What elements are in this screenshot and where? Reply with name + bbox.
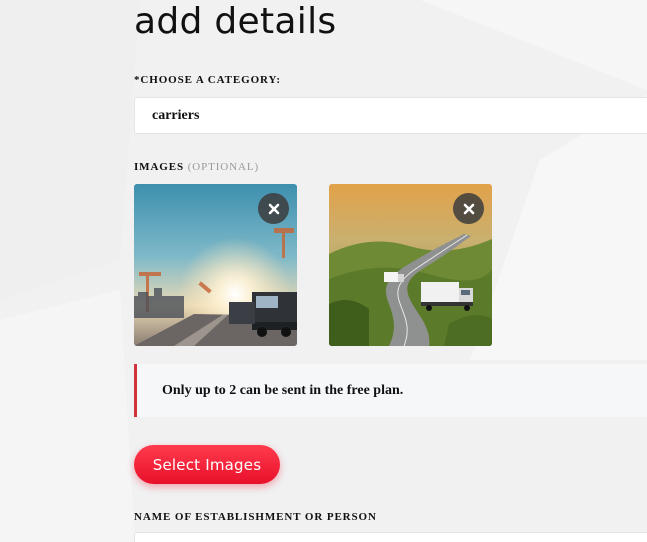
close-icon xyxy=(268,203,279,214)
close-icon xyxy=(463,203,474,214)
remove-image-1-button[interactable] xyxy=(258,193,289,224)
category-value: carriers xyxy=(152,107,200,123)
name-field-label: NAME OF ESTABLISHMENT OR PERSON xyxy=(134,511,377,523)
images-label-text: IMAGES xyxy=(134,161,185,173)
category-label: *CHOOSE A CATEGORY: xyxy=(134,74,281,86)
category-select[interactable]: carriers xyxy=(134,97,647,134)
image-thumbnail-1 xyxy=(134,184,297,346)
background-decoration xyxy=(0,0,647,542)
plan-limit-notice: Only up to 2 can be sent in the free pla… xyxy=(134,364,647,417)
images-label: IMAGES (OPTIONAL) xyxy=(134,161,259,173)
select-images-button[interactable]: Select Images xyxy=(134,445,280,484)
notice-text: Only up to 2 can be sent in the free pla… xyxy=(162,382,404,398)
image-thumbnail-2 xyxy=(329,184,492,346)
optional-tag: (OPTIONAL) xyxy=(187,161,260,173)
page-title: add details xyxy=(134,1,337,42)
establishment-name-input[interactable] xyxy=(134,532,647,542)
remove-image-2-button[interactable] xyxy=(453,193,484,224)
